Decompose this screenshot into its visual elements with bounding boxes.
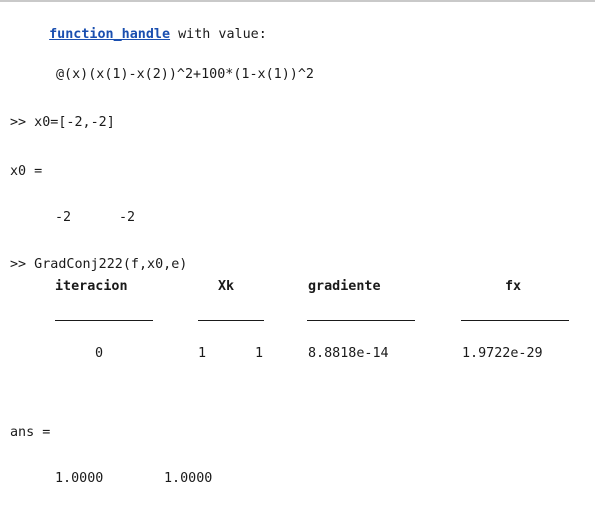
command-gradconj: >> GradConj222(f,x0,e) <box>10 257 188 272</box>
table-cell-iteracion: 0 <box>95 346 104 361</box>
table-header-gradiente: gradiente <box>308 279 381 294</box>
function-handle-suffix: with value: <box>170 27 267 42</box>
function-handle-link[interactable]: function_handle <box>49 27 170 42</box>
ans-value-1: 1.0000 <box>55 471 104 486</box>
table-header-iteracion: iteracion <box>55 279 128 294</box>
ans-value-2: 1.0000 <box>164 471 213 486</box>
x0-label: x0 = <box>10 164 43 179</box>
function-handle-line: function_handle with value: <box>33 8 267 44</box>
table-underline-iteracion <box>55 320 153 321</box>
table-underline-fx <box>461 320 569 321</box>
table-cell-fx: 1.9722e-29 <box>462 346 543 361</box>
table-header-xk: Xk <box>218 279 235 294</box>
table-cell-xk-1: 1 <box>198 346 207 361</box>
x0-value-1: -2 <box>55 210 72 225</box>
x0-value-2: -2 <box>119 210 136 225</box>
table-header-fx: fx <box>505 279 522 294</box>
table-cell-xk-2: 1 <box>255 346 264 361</box>
panel-top-border <box>0 0 595 2</box>
function-value: @(x)(x(1)-x(2))^2+100*(1-x(1))^2 <box>56 67 314 82</box>
table-underline-xk <box>198 320 264 321</box>
table-underline-gradiente <box>307 320 415 321</box>
ans-label: ans = <box>10 425 51 440</box>
table-cell-gradiente: 8.8818e-14 <box>308 346 389 361</box>
command-x0: >> x0=[-2,-2] <box>10 115 115 130</box>
